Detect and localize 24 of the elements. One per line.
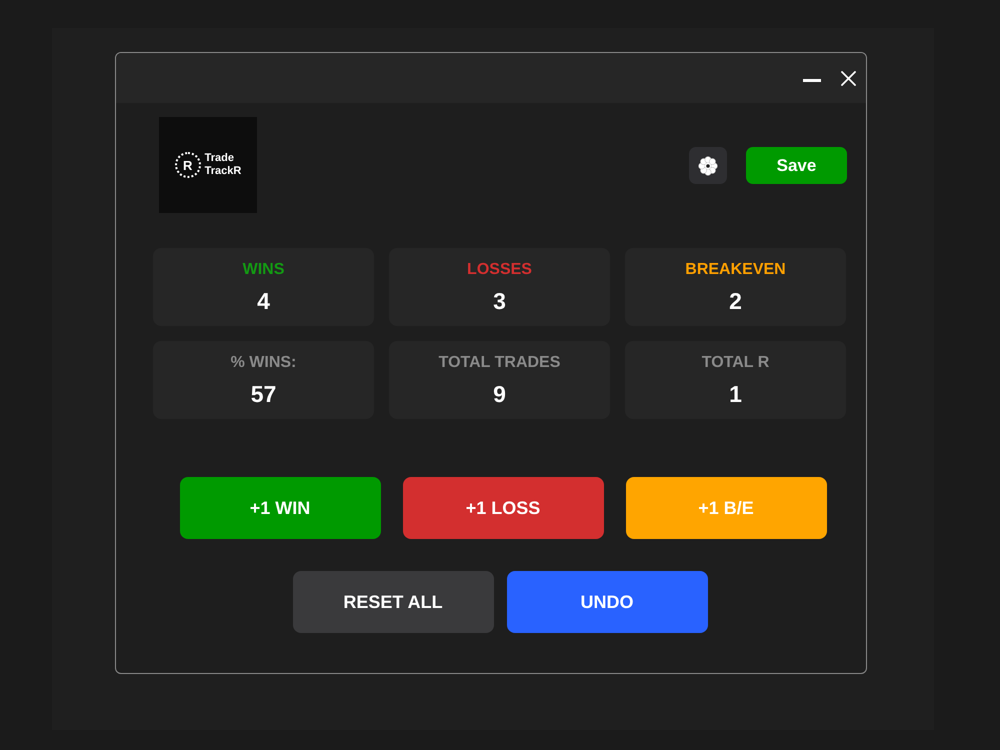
- stat-label: TOTAL TRADES: [438, 354, 560, 372]
- stat-label: % WINS:: [230, 354, 296, 372]
- stat-value: 4: [257, 289, 270, 313]
- save-button[interactable]: Save: [746, 147, 847, 184]
- stat-label: TOTAL R: [702, 354, 770, 372]
- stat-label: BREAKEVEN: [685, 261, 786, 279]
- minimize-icon[interactable]: [803, 78, 821, 82]
- stat-value: 3: [493, 289, 506, 313]
- logo-text: TrackR: [204, 165, 242, 178]
- control-button[interactable]: RESET ALL: [292, 571, 494, 633]
- logo-text: Trade: [204, 152, 235, 165]
- stat-value: 2: [729, 289, 742, 313]
- stat-value: 9: [493, 382, 506, 406]
- control-button[interactable]: UNDO: [506, 571, 708, 633]
- add-result-button[interactable]: +1 WIN: [180, 477, 380, 539]
- stat-value: 57: [250, 382, 276, 406]
- stat-label: LOSSES: [467, 261, 532, 279]
- close-icon[interactable]: [841, 70, 856, 86]
- stat-label: WINS: [242, 261, 284, 279]
- stat-value: 1: [729, 382, 742, 406]
- settings-button[interactable]: [689, 147, 727, 184]
- add-result-button[interactable]: +1 LOSS: [402, 477, 604, 539]
- settings-icon: [698, 156, 718, 176]
- logo-mark: R: [174, 152, 201, 178]
